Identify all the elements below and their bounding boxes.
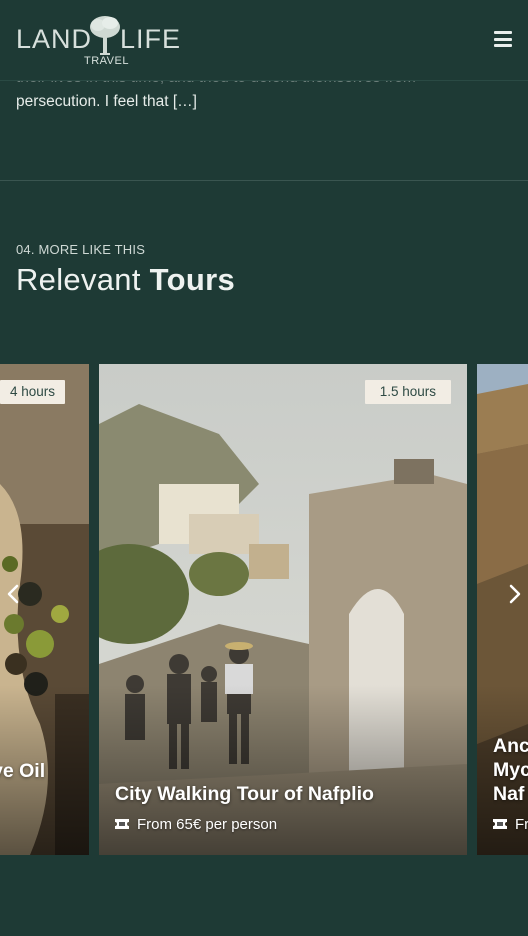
tour-title-line: Naf [493,783,525,805]
chevron-left-icon[interactable] [2,582,26,606]
intro-line-2: persecution. I feel that […] [16,93,197,110]
page: LAND LIFE TRAVEL their lives in this tim… [0,0,528,936]
section-title: Relevant Tours [16,262,235,298]
tour-price: Fr [493,815,528,835]
hamburger-menu-icon[interactable] [494,31,512,47]
tour-title: Olive Oil [0,759,89,783]
site-header: LAND LIFE TRAVEL [0,0,528,81]
logo-word-land: LAND [16,24,93,54]
ticket-icon [493,819,507,830]
chevron-right-icon[interactable] [502,582,526,606]
tree-logo-icon [90,16,120,55]
duration-badge: 1.5 hours [364,380,451,404]
tour-card-mycenae[interactable]: Anc Myc Naf Fr [477,364,528,855]
menu-bar [494,37,512,41]
section-divider [0,180,528,181]
tour-price-text: Fr [515,816,528,833]
tour-title-line: Anc [493,735,528,757]
tour-price: From 65€ per person [115,815,277,835]
tour-price-text: From 65€ per person [137,816,278,833]
logo-sub-travel: TRAVEL [84,55,129,67]
tours-carousel: 4 hours Olive Oil [0,364,528,855]
menu-bar [494,44,512,47]
tour-card-nafplio-walking[interactable]: 1.5 hours City Walking Tour of Nafplio F… [99,364,467,855]
logo-word-life: LIFE [120,24,182,54]
tour-title-text: Olive Oil [0,760,46,782]
tour-title: City Walking Tour of Nafplio [115,783,374,805]
section-title-light: Relevant [16,262,141,297]
menu-bar [494,31,512,34]
tour-title: Anc Myc Naf [493,734,528,806]
ticket-icon [115,819,129,830]
land-life-logo[interactable]: LAND LIFE TRAVEL [16,14,182,68]
tour-title-line: Myc [493,759,528,781]
section-title-bold: Tours [149,262,235,297]
duration-badge: 4 hours [0,380,66,404]
tour-card-olive-oil[interactable]: 4 hours Olive Oil [0,364,89,855]
section-kicker: 04. MORE LIKE THIS [16,242,146,257]
